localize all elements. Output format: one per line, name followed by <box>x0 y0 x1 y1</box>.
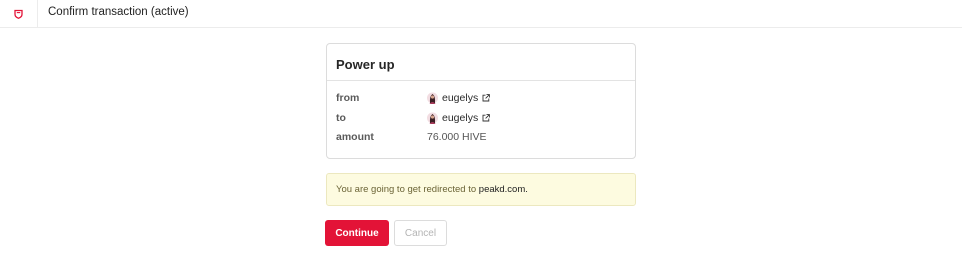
operation-title: Power up <box>336 57 395 72</box>
continue-button[interactable]: Continue <box>325 220 389 246</box>
operation-card-header: Power up <box>327 44 635 81</box>
from-row: from eugelys <box>336 92 626 108</box>
amount-value: 76.000 HIVE <box>427 131 487 143</box>
hive-keychain-logo-icon <box>0 0 38 28</box>
from-label: from <box>336 92 360 104</box>
redirect-notice: You are going to get redirected to peakd… <box>326 173 636 206</box>
amount-label: amount <box>336 131 374 143</box>
redirect-notice-text: You are going to get redirected to <box>336 184 479 195</box>
avatar <box>427 112 438 124</box>
to-username: eugelys <box>442 112 479 124</box>
amount-row: amount 76.000 HIVE <box>336 131 626 147</box>
top-bar: Confirm transaction (active) <box>0 0 962 28</box>
from-value[interactable]: eugelys <box>427 92 491 104</box>
page-title: Confirm transaction (active) <box>48 6 189 18</box>
to-value[interactable]: eugelys <box>427 112 491 124</box>
from-username: eugelys <box>442 92 479 104</box>
cancel-button[interactable]: Cancel <box>394 220 447 246</box>
avatar <box>427 92 438 104</box>
to-row: to eugelys <box>336 112 626 128</box>
external-link-icon[interactable] <box>482 94 491 102</box>
operation-card: Power up from eugelys to eugelys amount … <box>326 43 636 159</box>
to-label: to <box>336 112 346 124</box>
redirect-domain: peakd.com. <box>478 184 528 195</box>
external-link-icon[interactable] <box>482 114 491 122</box>
